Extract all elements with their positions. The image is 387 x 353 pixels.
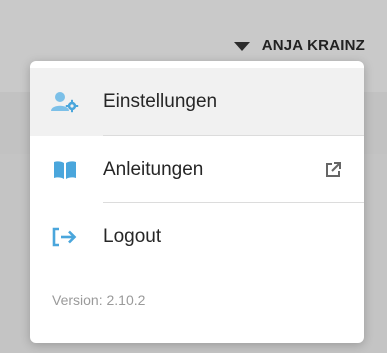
book-icon <box>50 155 80 185</box>
menu-item-guides[interactable]: Anleitungen <box>30 136 364 204</box>
menu-item-label: Einstellungen <box>103 91 218 112</box>
caret-down-icon[interactable] <box>233 42 250 51</box>
version-label: Version: 2.10.2 <box>52 292 146 308</box>
menu-item-settings[interactable]: Einstellungen <box>30 68 364 136</box>
logout-icon <box>50 222 80 252</box>
user-name[interactable]: ANJA KRAINZ <box>262 37 365 54</box>
user-settings-icon <box>50 87 80 117</box>
menu-item-label: Logout <box>103 226 162 247</box>
user-dropdown-menu: Einstellungen Anleitungen Logout Version… <box>30 61 364 343</box>
user-menu-trigger[interactable]: ANJA KRAINZ <box>233 37 365 54</box>
menu-item-logout[interactable]: Logout <box>30 203 364 271</box>
external-link-icon <box>324 161 342 179</box>
menu-item-label: Anleitungen <box>103 159 204 180</box>
